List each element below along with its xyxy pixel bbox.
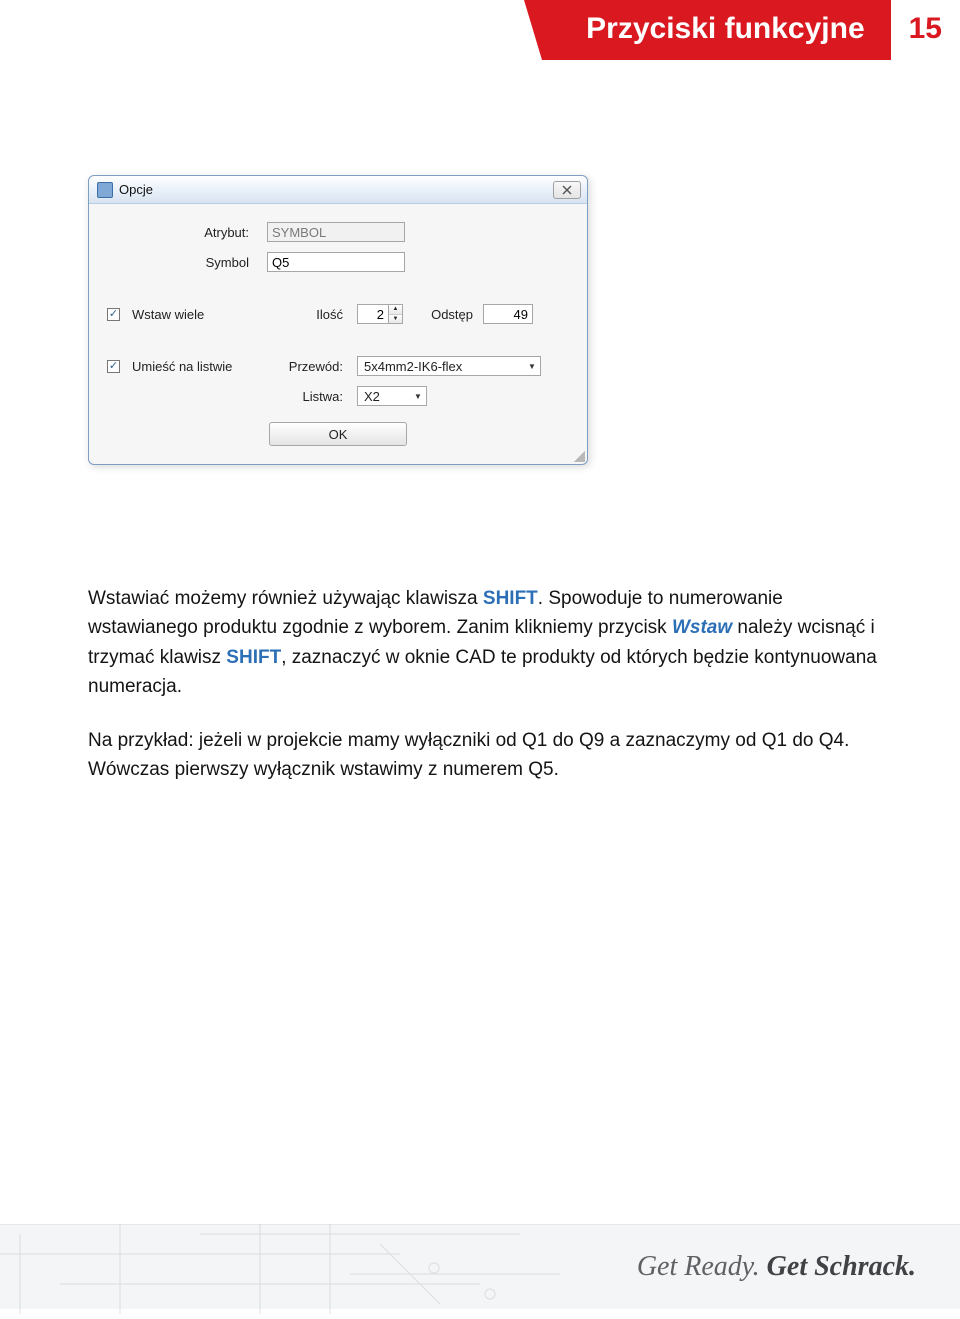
odstep-input[interactable] — [483, 304, 533, 324]
chevron-down-icon: ▼ — [524, 362, 540, 371]
odstep-label: Odstęp — [413, 307, 483, 322]
umiesc-checkbox[interactable] — [107, 360, 120, 373]
footer-decoration — [0, 1224, 560, 1309]
paragraph-2: Na przykład: jeżeli w projekcie mamy wył… — [88, 726, 878, 785]
paragraph-1: Wstawiać możemy również używając klawisz… — [88, 584, 878, 702]
atrybut-input[interactable] — [267, 222, 405, 242]
listwa-value: X2 — [358, 389, 410, 404]
body-text: Wstawiać możemy również używając klawisz… — [88, 584, 878, 785]
dialog-titlebar: Opcje — [89, 176, 587, 204]
wstaw-emphasis: Wstaw — [672, 617, 732, 638]
close-button[interactable] — [553, 181, 581, 199]
page-footer: Get Ready. Get Schrack. — [0, 1224, 960, 1309]
close-icon — [562, 185, 572, 195]
app-icon — [97, 182, 113, 198]
spin-down-icon[interactable]: ▼ — [389, 315, 402, 324]
umiesc-label: Umieść na listwie — [132, 359, 232, 374]
footer-tagline: Get Ready. Get Schrack. — [637, 1251, 916, 1283]
page-header: Przyciski funkcyjne 15 — [542, 0, 960, 60]
symbol-input[interactable] — [267, 252, 405, 272]
options-dialog: Opcje Atrybut: Symbol Wstaw wiele Ilość — [88, 175, 588, 465]
shift-emphasis-2: SHIFT — [226, 647, 281, 668]
ok-button[interactable]: OK — [269, 422, 407, 446]
przewod-combobox[interactable]: 5x4mm2-IK6-flex ▼ — [357, 356, 541, 376]
page-number: 15 — [891, 0, 960, 60]
section-title-tab: Przyciski funkcyjne — [542, 0, 890, 60]
przewod-label: Przewód: — [267, 359, 357, 374]
ilosc-label: Ilość — [267, 307, 357, 322]
atrybut-label: Atrybut: — [107, 225, 267, 240]
dialog-title: Opcje — [119, 182, 153, 197]
wstaw-wiele-checkbox[interactable] — [107, 308, 120, 321]
section-title: Przyciski funkcyjne — [586, 12, 864, 45]
spinner-buttons[interactable]: ▲ ▼ — [388, 305, 402, 323]
footer-part2: Get Schrack. — [767, 1251, 916, 1282]
ok-label: OK — [329, 427, 348, 442]
resize-grip-icon[interactable] — [571, 448, 585, 462]
spin-up-icon[interactable]: ▲ — [389, 305, 402, 315]
listwa-combobox[interactable]: X2 ▼ — [357, 386, 427, 406]
wstaw-wiele-label: Wstaw wiele — [132, 307, 204, 322]
footer-part1: Get Ready. — [637, 1251, 767, 1282]
listwa-label: Listwa: — [267, 389, 357, 404]
chevron-down-icon: ▼ — [410, 392, 426, 401]
dialog-body: Atrybut: Symbol Wstaw wiele Ilość ▲ ▼ Od… — [89, 204, 587, 464]
ilosc-spinner[interactable]: ▲ ▼ — [357, 304, 403, 324]
shift-emphasis: SHIFT — [483, 588, 538, 609]
symbol-label: Symbol — [107, 255, 267, 270]
ilosc-input[interactable] — [358, 305, 388, 323]
przewod-value: 5x4mm2-IK6-flex — [358, 359, 524, 374]
